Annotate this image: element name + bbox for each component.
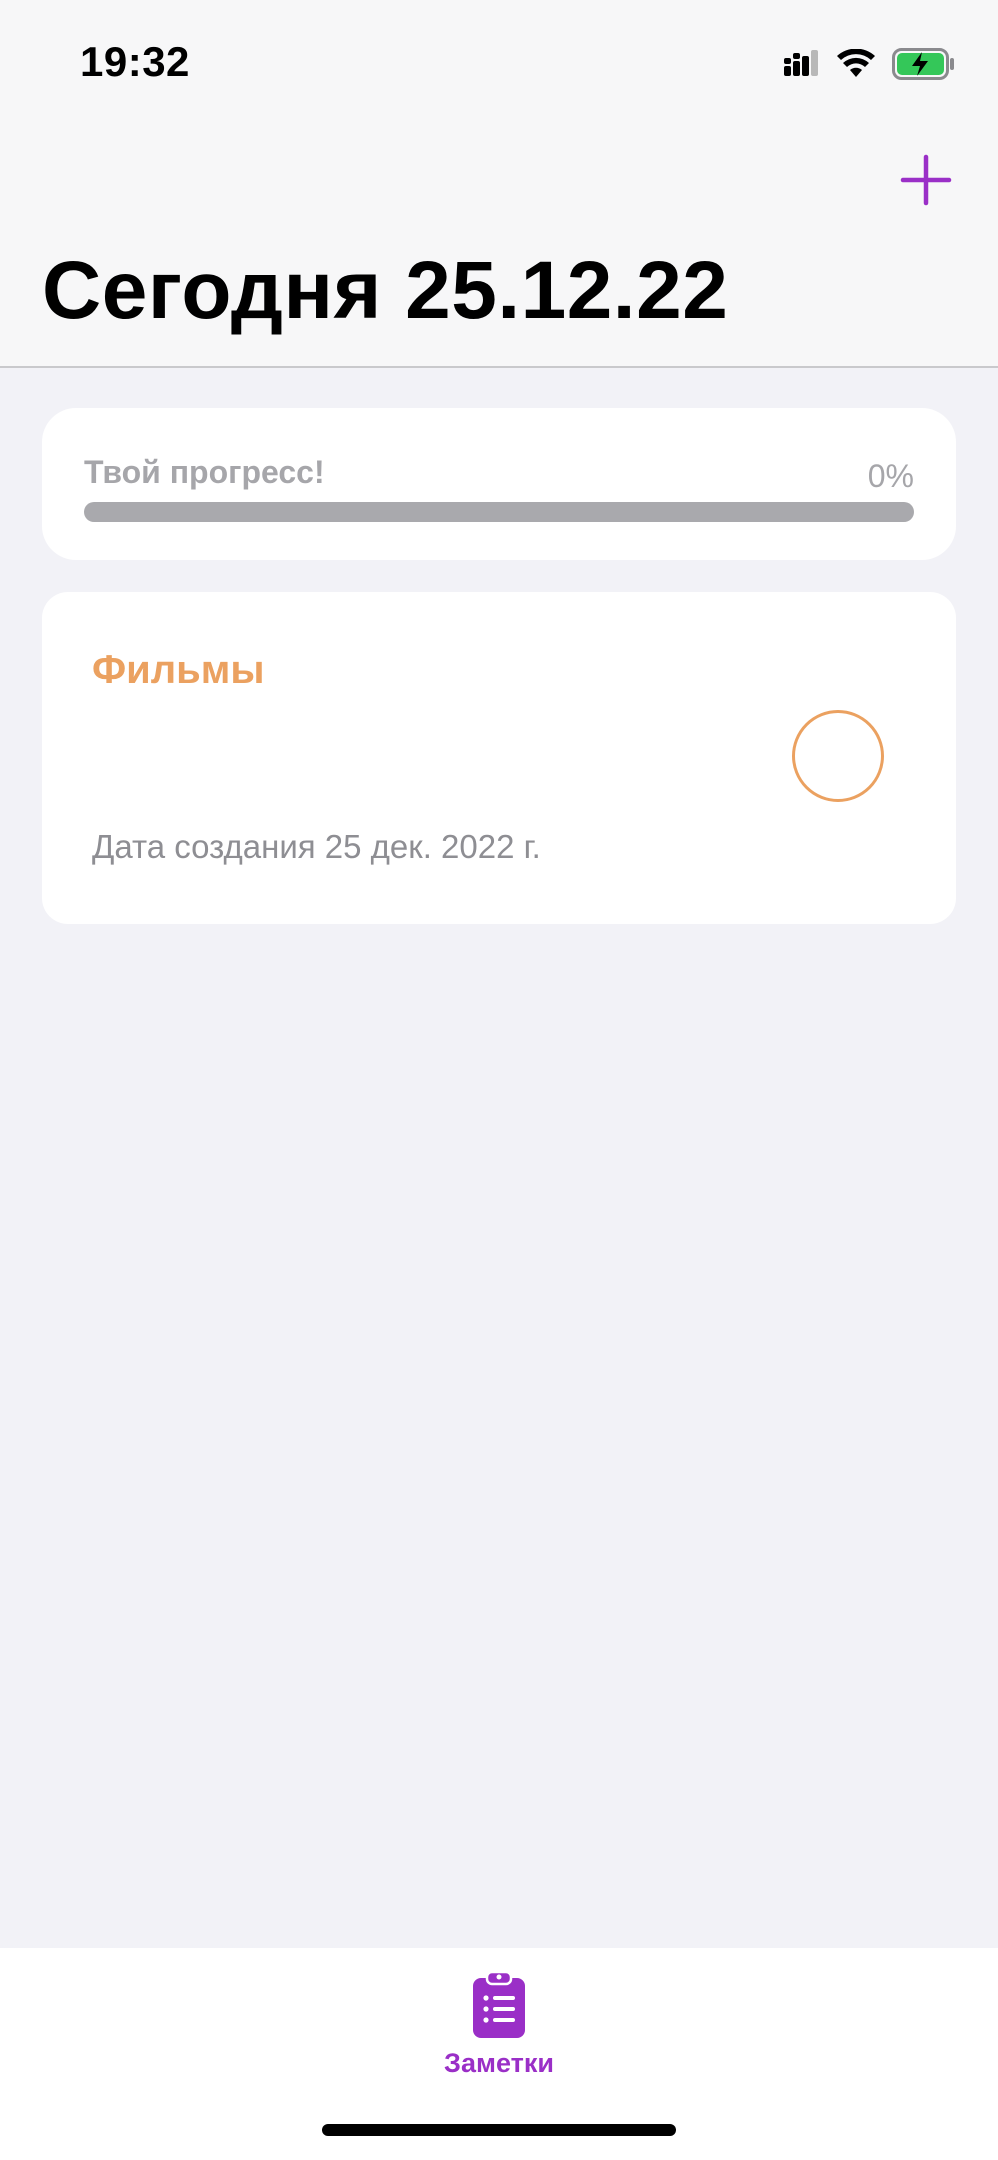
note-completion-toggle[interactable] <box>792 710 884 802</box>
clipboard-list-icon <box>473 1970 525 2038</box>
status-icons <box>784 44 956 84</box>
note-title: Фильмы <box>92 648 265 692</box>
tab-notes[interactable]: Заметки <box>429 1958 569 2078</box>
add-note-button[interactable] <box>896 150 956 210</box>
status-time: 19:32 <box>80 38 190 85</box>
progress-label: Твой прогресс! <box>84 454 325 490</box>
cellular-signal-icon <box>784 50 818 76</box>
battery-charging-icon <box>892 48 954 80</box>
plus-icon <box>900 154 952 206</box>
note-card[interactable]: Фильмы Дата создания 25 дек. 2022 г. <box>42 592 956 924</box>
page-title: Сегодня 25.12.22 <box>42 245 729 336</box>
progress-card: Твой прогресс! 0% <box>42 408 956 560</box>
tab-notes-label: Заметки <box>444 2048 554 2078</box>
navigation-header: 19:32 Сегодня 25.12.22 <box>0 0 998 368</box>
wifi-icon <box>837 49 875 77</box>
progress-percent: 0% <box>867 458 914 494</box>
progress-bar <box>84 502 914 522</box>
note-date: Дата создания 25 дек. 2022 г. <box>92 828 541 865</box>
home-indicator[interactable] <box>322 2124 676 2136</box>
